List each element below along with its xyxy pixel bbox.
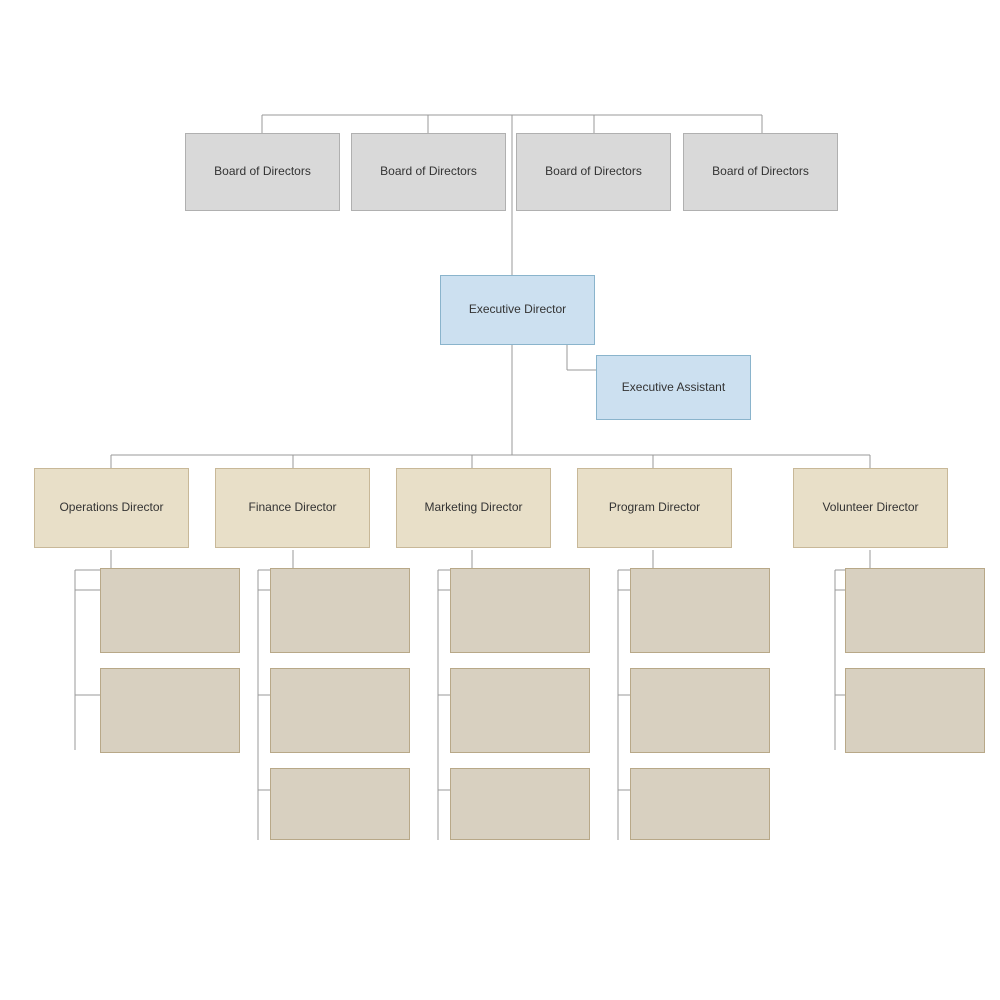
marketing-director-node[interactable]: Marketing Director	[396, 468, 551, 548]
executive-assistant-node[interactable]: Executive Assistant	[596, 355, 751, 420]
operations-sub-1	[100, 568, 240, 653]
finance-sub-3	[270, 768, 410, 840]
board-node-1[interactable]: Board of Directors	[185, 133, 340, 211]
program-sub-3	[630, 768, 770, 840]
program-director-node[interactable]: Program Director	[577, 468, 732, 548]
board-node-2[interactable]: Board of Directors	[351, 133, 506, 211]
marketing-sub-3	[450, 768, 590, 840]
finance-sub-1	[270, 568, 410, 653]
volunteer-director-node[interactable]: Volunteer Director	[793, 468, 948, 548]
marketing-sub-2	[450, 668, 590, 753]
operations-sub-2	[100, 668, 240, 753]
volunteer-sub-2	[845, 668, 985, 753]
board-node-4[interactable]: Board of Directors	[683, 133, 838, 211]
finance-director-node[interactable]: Finance Director	[215, 468, 370, 548]
marketing-sub-1	[450, 568, 590, 653]
operations-director-node[interactable]: Operations Director	[34, 468, 189, 548]
executive-director-node[interactable]: Executive Director	[440, 275, 595, 345]
org-chart: Board of Directors Board of Directors Bo…	[0, 0, 1000, 1000]
finance-sub-2	[270, 668, 410, 753]
volunteer-sub-1	[845, 568, 985, 653]
program-sub-2	[630, 668, 770, 753]
program-sub-1	[630, 568, 770, 653]
board-node-3[interactable]: Board of Directors	[516, 133, 671, 211]
